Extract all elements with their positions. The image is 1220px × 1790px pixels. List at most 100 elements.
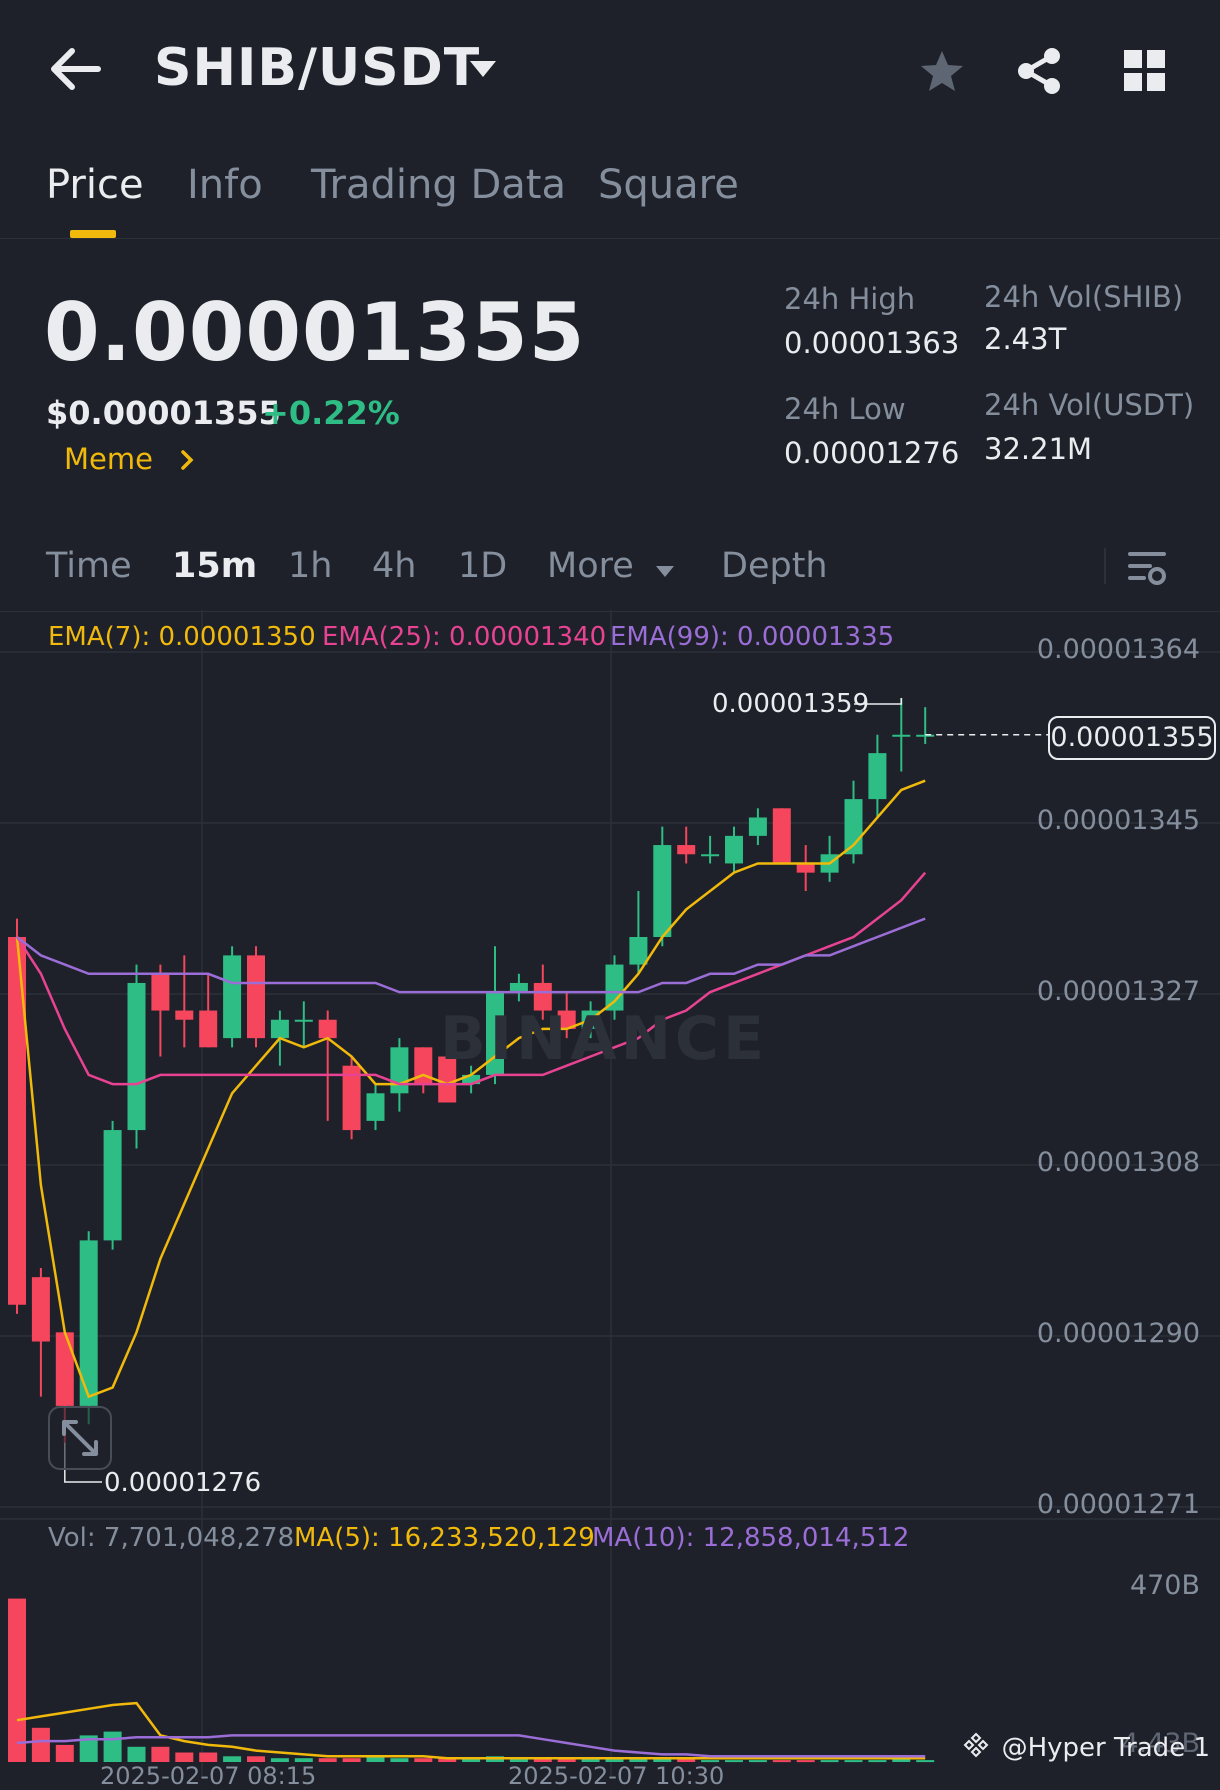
- tab-info[interactable]: Info: [187, 162, 263, 208]
- y-axis-label: 0.00001364: [1036, 634, 1200, 665]
- candle-body: [366, 1093, 385, 1121]
- candle-body: [748, 817, 767, 836]
- candle-body: [199, 1010, 218, 1048]
- volume-bar: [748, 1760, 767, 1763]
- volume-axis-top-label: 470B: [1129, 1570, 1200, 1601]
- candle-body: [725, 835, 743, 864]
- interval-1h[interactable]: 1h: [288, 546, 332, 586]
- credit-watermark: @Hyper Trade 1: [963, 1732, 1210, 1765]
- star-icon[interactable]: [918, 48, 966, 100]
- vol-base-24h-value: 2.43T: [984, 322, 1067, 356]
- low-marker-label: 0.00001276: [104, 1468, 262, 1498]
- y-axis-label: 0.00001345: [1036, 805, 1200, 836]
- pair-dropdown-icon[interactable]: [468, 58, 498, 84]
- category-tag-label: Meme: [64, 442, 153, 476]
- vol-quote-24h-value: 32.21M: [984, 432, 1093, 466]
- volume-bar: [127, 1746, 146, 1762]
- credit-label: @Hyper Trade 1: [1001, 1733, 1210, 1763]
- ma5-label: MA(5): 16,233,520,129: [294, 1523, 595, 1553]
- candle-body: [892, 734, 911, 737]
- last-price: 0.00001355: [44, 286, 586, 379]
- low-24h-value: 0.00001276: [784, 436, 960, 470]
- high-24h-label: 24h High: [784, 282, 916, 316]
- candle-body: [701, 854, 720, 857]
- low-24h-label: 24h Low: [784, 392, 906, 426]
- candle-body: [772, 808, 791, 864]
- pair-title[interactable]: SHIB/USDT: [154, 38, 480, 98]
- current-price-marker: 0.00001355: [1048, 716, 1216, 760]
- volume-bar: [151, 1746, 170, 1762]
- volume-bar: [868, 1760, 887, 1763]
- high-marker-label: 0.00001359: [712, 689, 870, 719]
- volume-label: Vol: 7,701,048,278: [48, 1523, 295, 1553]
- candle-body: [629, 937, 648, 965]
- back-arrow-icon[interactable]: [48, 44, 104, 98]
- expand-chart-icon[interactable]: [48, 1406, 112, 1470]
- volume-bar: [31, 1727, 50, 1762]
- candle-body: [796, 863, 815, 873]
- candlestick-chart[interactable]: [0, 610, 1220, 1776]
- ma10-label: MA(10): 12,858,014,512: [592, 1523, 910, 1553]
- interval-4h[interactable]: 4h: [372, 546, 416, 586]
- tab-trading-data[interactable]: Trading Data: [311, 162, 566, 208]
- interval-15m[interactable]: 15m: [172, 546, 257, 586]
- active-tab-indicator: [70, 230, 116, 238]
- toolbar-divider: [1104, 548, 1106, 584]
- vol-quote-24h-label: 24h Vol(USDT): [984, 388, 1195, 422]
- x-axis-label: 2025-02-07 10:30: [508, 1762, 725, 1790]
- candle-body: [390, 1047, 409, 1094]
- candle-body: [175, 1010, 194, 1020]
- interval-more[interactable]: More: [547, 546, 675, 587]
- candle-body: [103, 1130, 122, 1241]
- high-24h-value: 0.00001363: [784, 326, 960, 360]
- volume-bar: [175, 1752, 194, 1762]
- volume-bar: [916, 1760, 935, 1763]
- y-axis-label: 0.00001308: [1036, 1147, 1200, 1178]
- candle-body: [509, 982, 528, 993]
- volume-bar: [414, 1758, 433, 1762]
- price-change-percent: +0.22%: [262, 394, 400, 432]
- tab-square[interactable]: Square: [598, 162, 739, 208]
- volume-bar: [8, 1598, 26, 1762]
- candle-body: [127, 982, 146, 1131]
- share-icon[interactable]: [1014, 46, 1064, 100]
- candle-body: [318, 1019, 337, 1039]
- candle-body: [270, 1019, 289, 1039]
- ema7-label: EMA(7): 0.00001350: [48, 622, 316, 652]
- vol-base-24h-label: 24h Vol(SHIB): [984, 280, 1184, 314]
- candle-body: [677, 845, 696, 855]
- chart-settings-icon[interactable]: [1128, 548, 1168, 592]
- candle-body: [868, 753, 887, 800]
- binance-watermark: BINANCE: [440, 1004, 768, 1074]
- candle-body: [31, 1277, 50, 1342]
- y-axis-label: 0.00001327: [1036, 976, 1200, 1007]
- volume-bar: [772, 1760, 791, 1763]
- grid-menu-icon[interactable]: [1124, 50, 1166, 96]
- binance-logo-icon: [963, 1732, 989, 1765]
- interval-1d[interactable]: 1D: [458, 546, 507, 586]
- category-tag-link[interactable]: Meme: [64, 442, 194, 478]
- tab-price[interactable]: Price: [46, 162, 144, 208]
- volume-bar: [725, 1760, 743, 1763]
- y-axis-label: 0.00001271: [1036, 1489, 1200, 1520]
- volume-bar: [820, 1760, 839, 1763]
- interval-more-label: More: [547, 546, 634, 586]
- interval-time[interactable]: Time: [46, 546, 132, 586]
- chevron-right-icon: [180, 444, 194, 478]
- candle-body: [294, 1019, 313, 1022]
- more-dropdown-icon: [655, 547, 675, 587]
- usd-price: $0.00001355: [46, 394, 281, 432]
- x-axis-label: 2025-02-07 08:15: [100, 1762, 317, 1790]
- candle-body: [55, 1332, 74, 1406]
- candle-body: [653, 845, 672, 937]
- section-tabs: Price Info Trading Data Square: [0, 140, 1220, 239]
- candle-body: [151, 973, 170, 1011]
- candle-body: [247, 955, 265, 1039]
- volume-bar: [318, 1758, 337, 1762]
- depth-tab[interactable]: Depth: [721, 546, 828, 586]
- candle-body: [223, 955, 242, 1039]
- volume-bar: [796, 1760, 815, 1763]
- volume-bar: [342, 1758, 361, 1762]
- top-bar: SHIB/USDT: [0, 0, 1220, 140]
- volume-bar: [103, 1731, 122, 1762]
